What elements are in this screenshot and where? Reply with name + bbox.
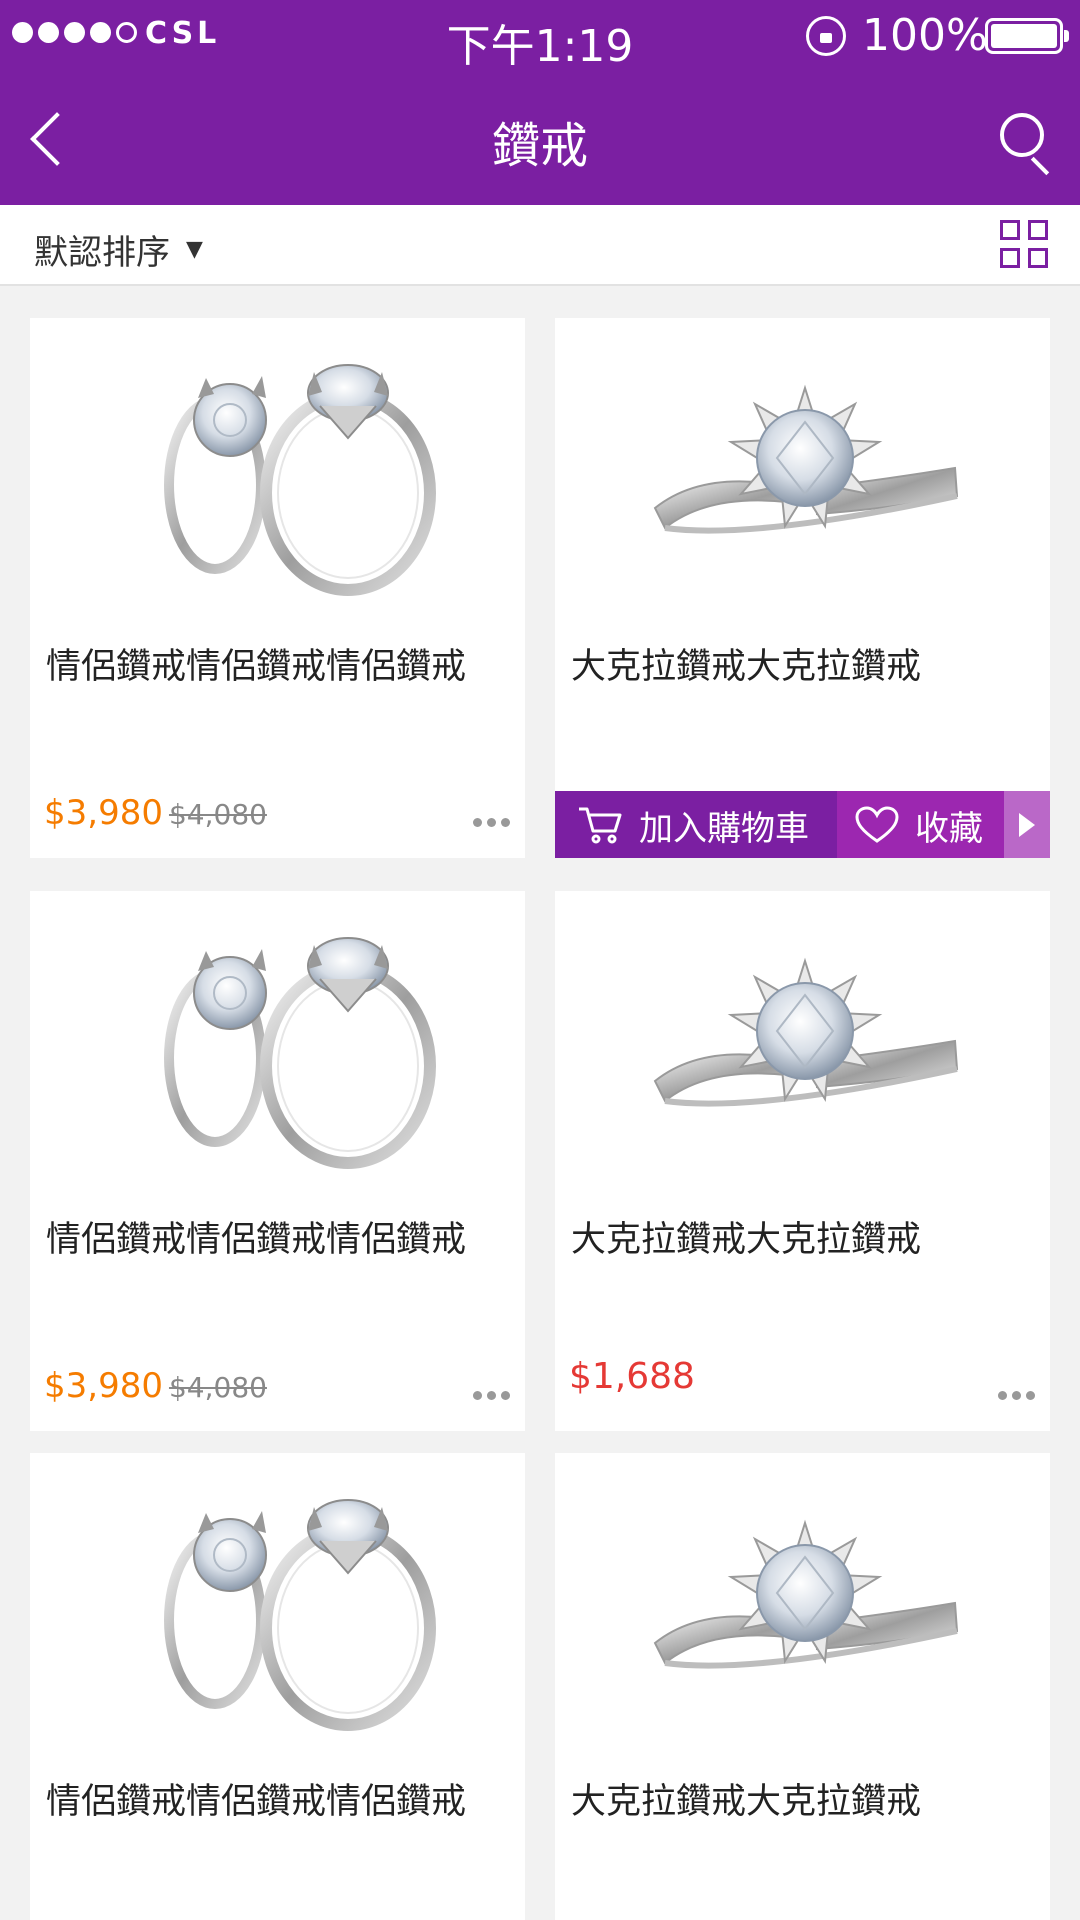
sale-price: $3,980 [44,1366,163,1406]
heart-icon [855,806,899,843]
add-to-cart-button[interactable]: 加入購物車 [555,791,837,858]
caret-down-icon: ▼ [186,237,203,262]
cart-icon [579,807,622,844]
product-card[interactable]: 大克拉鑽戒大克拉鑽戒 加入購物車 收藏 [555,318,1050,858]
battery-percent: 100% [862,10,988,61]
product-card[interactable]: 情侶鑽戒情侶鑽戒情侶鑽戒 $3,980 $4,080 [30,891,525,1431]
product-card[interactable]: 情侶鑽戒情侶鑽戒情侶鑽戒 $3,980 $4,080 [30,318,525,858]
top-bar: CSL 下午1:19 100% 鑽戒 [0,0,1080,205]
product-image [555,1453,1050,1763]
product-name: 大克拉鑽戒大克拉鑽戒 [571,1782,922,1822]
sort-bar: 默認排序 ▼ [0,205,1080,286]
original-price: $4,080 [168,1371,267,1404]
quick-action-bar: 加入購物車 收藏 [555,791,1050,858]
original-price: $4,080 [168,798,267,831]
product-card[interactable]: 大克拉鑽戒大克拉鑽戒 $1,688 [555,891,1050,1431]
price: $1,688 [569,1356,695,1397]
product-image [30,891,525,1201]
product-name: 大克拉鑽戒大克拉鑽戒 [571,1220,922,1260]
product-card[interactable]: 大克拉鑽戒大克拉鑽戒 [555,1453,1050,1920]
price-row: $3,980 $4,080 [44,793,267,833]
sale-price: $3,980 [44,793,163,833]
page-title: 鑽戒 [491,118,588,174]
product-list-screen: CSL 下午1:19 100% 鑽戒 默認排序 ▼ 情侶鑽戒情侶鑽戒情侶鑽戒 $… [0,0,1080,1920]
product-image [555,318,1050,628]
more-icon[interactable] [473,818,511,828]
search-button[interactable] [992,105,1062,176]
rotation-lock-icon [806,16,846,56]
status-bar: CSL 下午1:19 100% [0,0,1080,72]
more-icon[interactable] [473,1391,511,1401]
product-image [30,1453,525,1763]
product-name: 情侶鑽戒情侶鑽戒情侶鑽戒 [46,647,467,687]
sort-label: 默認排序 [34,233,170,273]
product-name: 大克拉鑽戒大克拉鑽戒 [571,647,922,687]
product-card[interactable]: 情侶鑽戒情侶鑽戒情侶鑽戒 [30,1453,525,1920]
play-arrow-icon [1019,813,1035,837]
product-image [30,318,525,628]
favorite-button[interactable]: 收藏 [837,791,1004,858]
sort-dropdown[interactable]: 默認排序 ▼ [34,225,203,274]
battery-icon [985,18,1069,54]
product-name: 情侶鑽戒情侶鑽戒情侶鑽戒 [46,1782,467,1822]
add-to-cart-label: 加入購物車 [639,808,809,849]
favorite-label: 收藏 [915,808,983,849]
product-name: 情侶鑽戒情侶鑽戒情侶鑽戒 [46,1220,467,1260]
product-image [555,891,1050,1201]
price-row: $3,980 $4,080 [44,1366,267,1406]
expand-button[interactable] [1004,791,1050,858]
more-icon[interactable] [998,1391,1036,1401]
grid-view-icon[interactable] [1000,220,1050,270]
